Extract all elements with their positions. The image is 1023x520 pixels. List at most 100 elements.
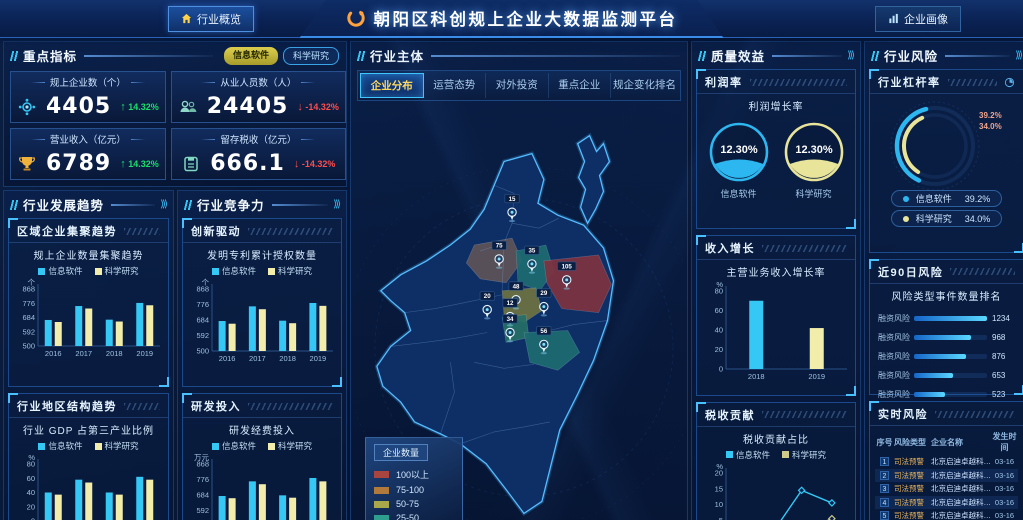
home-icon [181, 13, 192, 24]
chart-legend: 信息软件科学研究 [9, 262, 168, 277]
map-legend-item: 100以上 [374, 468, 454, 481]
map-legend-title: 企业数量 [374, 444, 428, 461]
legend-item: 信息软件 [38, 440, 82, 452]
svg-text:40: 40 [27, 488, 35, 497]
divider [272, 204, 329, 206]
risk-table-row[interactable]: 1司法预警北京启迪卓越科技有限公司03-16 [875, 455, 1018, 469]
svg-text:34.0%: 34.0% [979, 122, 1002, 131]
kpi-value: 666.1 [210, 151, 285, 176]
svg-text:2019: 2019 [808, 372, 825, 381]
risk-bar-row: 融资风险968 [878, 332, 1015, 343]
recent-risk-section: 近90日风险 风险类型事件数量排名 融资风险1234融资风险968融资风险876… [869, 259, 1023, 396]
panel-title: 行业风险 [884, 46, 938, 65]
tab-2[interactable]: 运营态势 [424, 73, 487, 98]
tab-3[interactable]: 对外投资 [486, 73, 549, 98]
svg-text:592: 592 [196, 506, 209, 515]
hatch-decoration [124, 228, 160, 235]
section-title: 利润率 [705, 74, 743, 90]
regional-agglomeration-section: 区域企业集聚趋势 规上企业数量集聚趋势 信息软件科学研究 50059268477… [8, 218, 169, 387]
risk-bar-row: 融资风险653 [878, 370, 1015, 381]
bar-chart-icon [888, 13, 899, 24]
chart-title: 规上企业数量集聚趋势 [9, 243, 168, 262]
panel-title: 行业主体 [370, 46, 424, 65]
svg-text:2017: 2017 [249, 354, 266, 363]
svg-text:776: 776 [196, 475, 209, 484]
rd-investment-section: 研发投入 研发经费投入 信息软件科学研究 500592684776868万元20… [182, 393, 342, 520]
svg-text:个: 个 [28, 278, 36, 287]
kpi-grid: 规上企业数（个） 4405 ↑ 14.32% 从业人员数（人） [4, 67, 346, 186]
more-arrows-icon[interactable]: ⟩⟩⟩ [1015, 50, 1021, 61]
tag-science-research[interactable]: 科学研究 [283, 47, 339, 65]
risk-table-row[interactable]: 5司法预警北京启迪卓越科技有限公司03-16 [875, 509, 1018, 520]
svg-text:29: 29 [540, 290, 547, 297]
risk-column: 行业风险 ⟩⟩⟩ 行业杠杆率 39.2%34.0% 信息软件39.2%科学研究3… [864, 41, 1023, 520]
chart-title: 税收贡献占比 [697, 427, 855, 446]
left-column: 重点指标 信息软件 科学研究 规上企业数（个） [3, 41, 347, 520]
chart-title: 研发经费投入 [183, 418, 341, 437]
hatch-decoration [124, 403, 160, 410]
industry-risk-panel: 行业风险 ⟩⟩⟩ 行业杠杆率 39.2%34.0% 信息软件39.2%科学研究3… [864, 41, 1023, 520]
chart-legend: 信息软件科学研究 [183, 437, 341, 452]
svg-text:15: 15 [509, 196, 516, 203]
kpi-card-tax: 留存税收（亿元） 666.1 ↓ -14.32% [171, 128, 346, 180]
risk-table-row[interactable]: 4司法预警北京启迪卓越科技有限公司03-16 [875, 496, 1018, 510]
svg-text:20: 20 [715, 345, 723, 354]
center-column: 行业主体 企业分布运营态势对外投资重点企业规企变化排名 157535105482… [350, 41, 688, 520]
header-title-plate: 朝阳区科创规上企业大数据监测平台 [300, 0, 724, 38]
chart-title: 利润增长率 [697, 94, 855, 113]
svg-text:2017: 2017 [75, 349, 92, 358]
risk-ranking-bars: 融资风险1234融资风险968融资风险876融资风险653融资风险523 [870, 303, 1023, 410]
kpi-delta: ↓ -14.32% [294, 158, 336, 170]
enterprise-icon [17, 97, 37, 117]
top-header: 行业概览 朝阳区科创规上企业大数据监测平台 企业画像 [0, 0, 1023, 38]
svg-text:12.30%: 12.30% [720, 144, 758, 156]
svg-text:75: 75 [496, 243, 503, 250]
risk-table-row[interactable]: 2司法预警北京启迪卓越科技有限公司03-16 [875, 469, 1018, 483]
nav-enterprise-portrait[interactable]: 企业画像 [875, 6, 961, 32]
more-arrows-icon[interactable]: ⟩⟩⟩ [847, 50, 853, 61]
profit-rate-section: 利润率 利润增长率 12.30%信息软件12.30%科学研究 [696, 69, 856, 229]
tab-5[interactable]: 规企变化排名 [611, 73, 678, 98]
legend-item: 科学研究 [95, 440, 139, 452]
section-title: 创新驱动 [191, 223, 241, 239]
nav-industry-overview[interactable]: 行业概览 [168, 6, 254, 32]
map-legend-item: 75-100 [374, 485, 454, 495]
panel-title: 重点指标 [23, 46, 77, 65]
legend-item: 科学研究 [782, 449, 826, 461]
svg-text:56: 56 [540, 328, 547, 335]
hatch-decoration [950, 268, 1015, 275]
dashboard-body: 重点指标 信息软件 科学研究 规上企业数（个） [0, 38, 1023, 520]
svg-text:105: 105 [562, 263, 573, 270]
tag-info-software[interactable]: 信息软件 [224, 47, 278, 65]
profit-gauges: 12.30%信息软件12.30%科学研究 [697, 113, 855, 228]
svg-text:34: 34 [507, 316, 514, 323]
more-arrows-icon[interactable]: ⟩⟩⟩ [333, 199, 339, 210]
map-legend-item: 25-50 [374, 513, 454, 520]
more-arrows-icon[interactable]: ⟩⟩⟩ [160, 199, 166, 210]
svg-text:2016: 2016 [45, 349, 62, 358]
kpi-card-enterprises: 规上企业数（个） 4405 ↑ 14.32% [10, 71, 166, 123]
risk-table-row[interactable]: 3司法预警北京启迪卓越科技有限公司03-16 [875, 482, 1018, 496]
tab-1[interactable]: 企业分布 [360, 73, 424, 98]
legend-item: 科学研究 [268, 265, 312, 277]
leverage-legend-item: 信息软件39.2% [891, 190, 1003, 207]
tab-4[interactable]: 重点企业 [549, 73, 612, 98]
svg-text:60: 60 [27, 474, 35, 483]
regional-structure-section: 行业地区结构趋势 行业 GDP 占第三产业比例 信息软件科学研究 0204060… [8, 393, 169, 520]
tax-icon [181, 154, 201, 174]
svg-text:20: 20 [484, 293, 491, 300]
divider [945, 55, 1010, 57]
nav-left-label: 行业概览 [197, 11, 241, 27]
kpi-label: 营业收入（亿元） [17, 132, 159, 146]
kpi-value: 24405 [207, 94, 289, 119]
panel-title: 行业发展趋势 [23, 195, 104, 214]
income-bar-chart: 020406080%20182019 [700, 279, 852, 392]
gauge-icon[interactable] [1004, 77, 1015, 88]
hatch-decoration [948, 79, 998, 86]
svg-text:%: % [28, 453, 35, 462]
kpi-delta: ↑ 14.32% [120, 101, 159, 113]
section-title: 税收贡献 [705, 407, 755, 423]
panel-marker-icon [698, 51, 707, 61]
divider [84, 55, 213, 57]
legend-item: 科学研究 [268, 440, 312, 452]
